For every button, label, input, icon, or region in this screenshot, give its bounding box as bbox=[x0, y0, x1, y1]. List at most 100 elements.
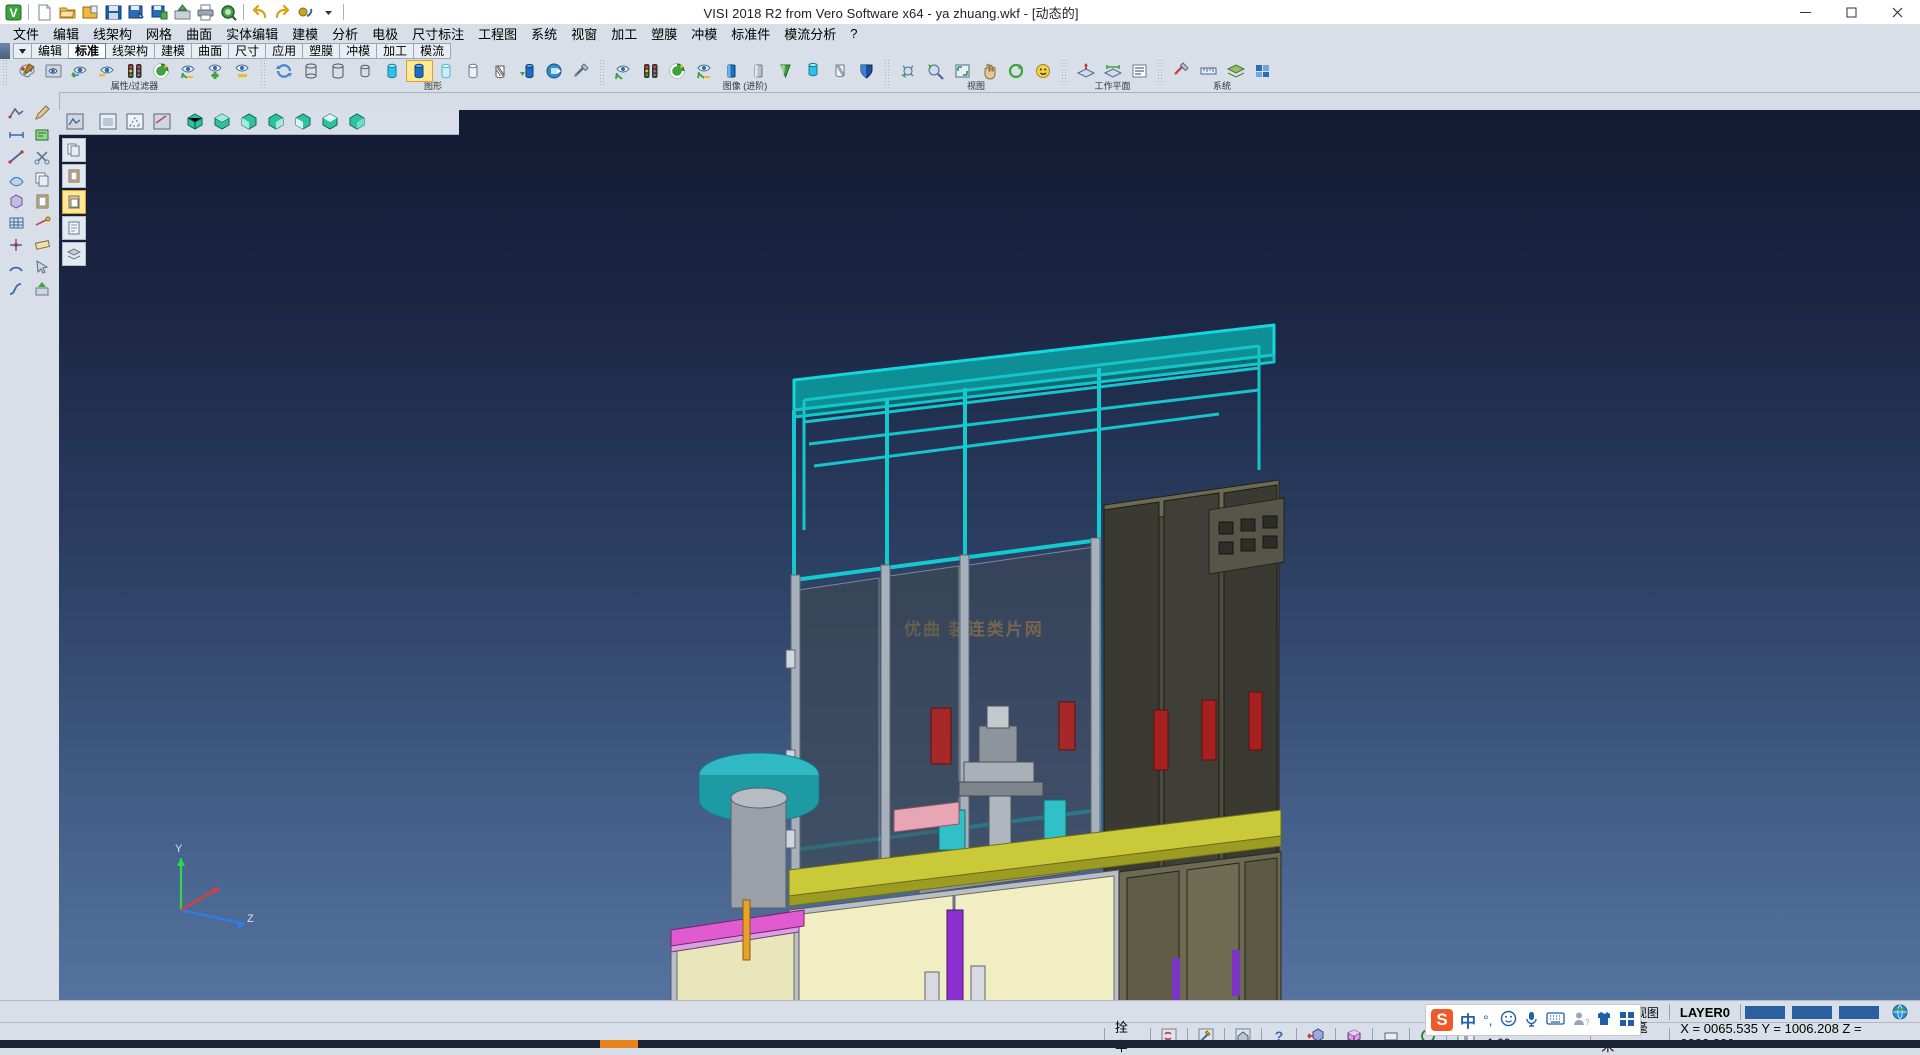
palette-document-icon[interactable] bbox=[62, 216, 86, 240]
shield-shade-icon[interactable] bbox=[853, 60, 880, 82]
mesh-tool-icon[interactable] bbox=[3, 212, 29, 234]
menu-item-surface[interactable]: 曲面 bbox=[179, 23, 219, 44]
palette-layers-icon[interactable] bbox=[62, 242, 86, 266]
view-shaded-icon[interactable] bbox=[94, 110, 121, 132]
tab-mould[interactable]: 塑膜 bbox=[303, 43, 340, 59]
ime-voice-icon[interactable] bbox=[1524, 1010, 1539, 1030]
shade-gray-icon[interactable] bbox=[745, 60, 772, 82]
toggle-visibility-icon[interactable] bbox=[175, 60, 202, 82]
print-icon[interactable] bbox=[194, 1, 216, 23]
measure-tool-icon[interactable] bbox=[29, 212, 55, 234]
new-file-icon[interactable] bbox=[33, 1, 55, 23]
blend-tool-icon[interactable] bbox=[3, 278, 29, 300]
palette-copy-icon[interactable] bbox=[62, 138, 86, 162]
export-icon[interactable] bbox=[171, 1, 193, 23]
wireframe-shade-icon[interactable] bbox=[298, 60, 325, 82]
workplane-list-icon[interactable] bbox=[1126, 60, 1153, 82]
transparency-icon[interactable] bbox=[826, 60, 853, 82]
tab-edit[interactable]: 编辑 bbox=[32, 43, 69, 59]
ribbon-grip-0[interactable] bbox=[2, 59, 9, 85]
menu-item-wireframe[interactable]: 线架构 bbox=[86, 23, 139, 44]
ribbon-grip-1[interactable] bbox=[260, 59, 267, 85]
hidden-line-icon[interactable] bbox=[325, 60, 352, 82]
zoom-all-icon[interactable] bbox=[922, 60, 949, 82]
section-shade-icon[interactable] bbox=[487, 60, 514, 82]
wireframe-icon[interactable] bbox=[352, 60, 379, 82]
shade-cyan-icon[interactable] bbox=[799, 60, 826, 82]
add-visible-icon[interactable] bbox=[202, 60, 229, 82]
ime-toolbox-icon[interactable] bbox=[1619, 1011, 1635, 1030]
workplane-define-icon[interactable] bbox=[1072, 60, 1099, 82]
ime-skin-icon[interactable] bbox=[1596, 1010, 1612, 1030]
entity-properties-icon[interactable] bbox=[40, 60, 67, 82]
view-iso-icon[interactable] bbox=[181, 110, 208, 132]
cad-viewport[interactable]: 优曲 装连类片网 bbox=[59, 110, 1920, 1000]
edit-green-icon[interactable] bbox=[29, 124, 55, 146]
shaded-light-icon[interactable] bbox=[433, 60, 460, 82]
macro-icon[interactable] bbox=[294, 1, 316, 23]
menu-item-dimension[interactable]: 尺寸标注 bbox=[405, 23, 471, 44]
tabstrip-dropdown-icon[interactable] bbox=[13, 43, 32, 59]
traffic-light-filter-icon[interactable] bbox=[121, 60, 148, 82]
save-as-icon[interactable] bbox=[125, 1, 147, 23]
ime-keyboard-icon[interactable] bbox=[1546, 1011, 1565, 1029]
menu-item-window[interactable]: 视窗 bbox=[564, 23, 604, 44]
menu-item-system[interactable]: 系统 bbox=[524, 23, 564, 44]
ime-punctuation-icon[interactable]: °, bbox=[1483, 1012, 1493, 1028]
menu-item-file[interactable]: 文件 bbox=[6, 23, 46, 44]
arrow-tool-icon[interactable] bbox=[29, 256, 55, 278]
tab-progress[interactable]: 冲模 bbox=[340, 43, 377, 59]
close-button[interactable] bbox=[1874, 0, 1920, 24]
menu-item-machining[interactable]: 加工 bbox=[604, 23, 644, 44]
view-hidden-icon[interactable] bbox=[121, 110, 148, 132]
menu-item-electrode[interactable]: 电极 bbox=[365, 23, 405, 44]
tab-machining[interactable]: 加工 bbox=[377, 43, 414, 59]
save-all-icon[interactable] bbox=[148, 1, 170, 23]
layer-indicator[interactable]: LAYER0 bbox=[1674, 1003, 1736, 1021]
point-tool-icon[interactable] bbox=[3, 234, 29, 256]
zoom-window-icon[interactable] bbox=[895, 60, 922, 82]
shade-green-icon[interactable] bbox=[772, 60, 799, 82]
menu-item-progress[interactable]: 冲模 bbox=[684, 23, 724, 44]
rotate-view-icon[interactable] bbox=[1003, 60, 1030, 82]
menu-item-drafting[interactable]: 工程图 bbox=[471, 23, 524, 44]
system-units-icon[interactable] bbox=[1195, 60, 1222, 82]
menu-item-help[interactable]: ? bbox=[843, 25, 864, 42]
shade-blue-icon[interactable] bbox=[718, 60, 745, 82]
surface-tool-icon[interactable] bbox=[3, 168, 29, 190]
menu-item-mould[interactable]: 塑膜 bbox=[644, 23, 684, 44]
ime-mode-chinese[interactable]: 中 bbox=[1460, 1008, 1476, 1032]
regen-icon[interactable] bbox=[271, 60, 298, 82]
view-face-icon[interactable] bbox=[1030, 60, 1057, 82]
menu-item-solid-edit[interactable]: 实体编辑 bbox=[219, 23, 285, 44]
maximize-button[interactable] bbox=[1828, 0, 1874, 24]
show-entity-icon[interactable] bbox=[67, 60, 94, 82]
zoom-fit-icon[interactable] bbox=[949, 60, 976, 82]
wireframe-tool-icon[interactable] bbox=[3, 102, 29, 124]
ime-user-icon[interactable]: ? bbox=[1572, 1010, 1589, 1030]
ruler-tool-icon[interactable] bbox=[29, 234, 55, 256]
pan-icon[interactable] bbox=[976, 60, 1003, 82]
color-swatch-2[interactable] bbox=[1792, 1006, 1832, 1019]
ribbon-grip-4[interactable] bbox=[1061, 59, 1068, 85]
system-config-icon[interactable] bbox=[1168, 60, 1195, 82]
save-icon[interactable] bbox=[102, 1, 124, 23]
shaded-solid-icon[interactable] bbox=[406, 60, 433, 82]
menu-item-standard-parts[interactable]: 标准件 bbox=[724, 23, 777, 44]
paste-tool-icon[interactable] bbox=[29, 190, 55, 212]
color-swatch-3[interactable] bbox=[1839, 1006, 1879, 1019]
app-logo-icon[interactable]: V bbox=[2, 1, 24, 23]
tab-dimension[interactable]: 尺寸 bbox=[229, 43, 266, 59]
hide-entity-icon[interactable] bbox=[94, 60, 121, 82]
menu-item-mesh[interactable]: 网格 bbox=[139, 23, 179, 44]
tab-application[interactable]: 应用 bbox=[266, 43, 303, 59]
redo-icon[interactable] bbox=[271, 1, 293, 23]
dynamic-shade-icon[interactable] bbox=[514, 60, 541, 82]
undo-icon[interactable] bbox=[248, 1, 270, 23]
solid-tool-icon[interactable] bbox=[3, 190, 29, 212]
menu-item-analysis[interactable]: 分析 bbox=[325, 23, 365, 44]
copy-tool-icon[interactable] bbox=[29, 168, 55, 190]
system-grid-icon[interactable] bbox=[1249, 60, 1276, 82]
system-layers-icon[interactable] bbox=[1222, 60, 1249, 82]
palette-paste-icon[interactable] bbox=[62, 190, 86, 214]
